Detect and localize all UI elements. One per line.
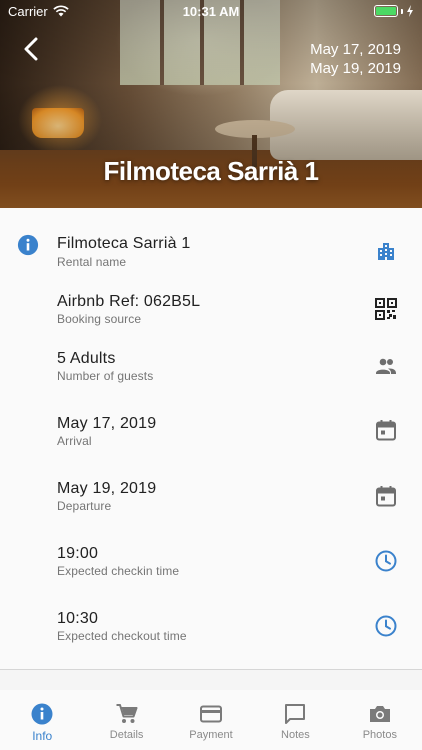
building-icon bbox=[378, 243, 394, 260]
status-bar: Carrier 10:31 AM bbox=[0, 0, 422, 22]
charging-icon bbox=[407, 5, 413, 17]
credit-card-icon bbox=[200, 705, 223, 723]
tab-photos[interactable]: Photos bbox=[338, 690, 422, 750]
detail-value: May 19, 2019 bbox=[57, 480, 157, 497]
chat-bubble-icon bbox=[285, 704, 306, 724]
battery-icon bbox=[374, 5, 414, 17]
back-button[interactable] bbox=[16, 34, 46, 64]
clock: 10:31 AM bbox=[182, 3, 240, 19]
detail-value: 10:30 bbox=[57, 610, 99, 627]
chevron-left-icon bbox=[24, 37, 38, 61]
tab-details[interactable]: Details bbox=[84, 690, 168, 750]
tab-label: Notes bbox=[281, 729, 310, 741]
tab-label: Photos bbox=[362, 729, 397, 741]
detail-label: Expected checkout time bbox=[57, 629, 187, 643]
tab-label: Payment bbox=[189, 729, 233, 741]
detail-label: Expected checkin time bbox=[57, 564, 180, 578]
stay-dates: May 17, 2019 May 19, 2019 bbox=[310, 40, 401, 78]
detail-row-guests: 5 Adults Number of guests bbox=[0, 348, 422, 406]
tab-payment[interactable]: Payment bbox=[169, 690, 253, 750]
detail-value: Filmoteca Sarrià 1 bbox=[57, 235, 191, 252]
bottom-tab-bar: Info Details Payment Notes Photos bbox=[0, 690, 422, 750]
detail-row-rental-name: Filmoteca Sarrià 1 Rental name bbox=[0, 232, 422, 290]
detail-value: May 17, 2019 bbox=[57, 415, 157, 432]
calendar-icon bbox=[376, 420, 396, 441]
rental-title: Filmoteca Sarrià 1 bbox=[103, 156, 320, 186]
date-to: May 19, 2019 bbox=[310, 60, 401, 77]
detail-row-departure: May 19, 2019 Departure bbox=[0, 478, 422, 536]
detail-value: 5 Adults bbox=[57, 350, 116, 367]
cart-icon bbox=[116, 704, 138, 723]
detail-label: Rental name bbox=[57, 255, 127, 269]
detail-label: Departure bbox=[57, 499, 112, 513]
tab-label: Info bbox=[32, 729, 53, 743]
detail-row-checkout-time: 10:30 Expected checkout time bbox=[0, 608, 422, 666]
detail-value: 19:00 bbox=[57, 545, 99, 562]
detail-row-arrival: May 17, 2019 Arrival bbox=[0, 413, 422, 471]
bottom-divider bbox=[0, 669, 422, 670]
calendar-icon bbox=[376, 486, 396, 507]
tab-notes[interactable]: Notes bbox=[253, 690, 337, 750]
tab-info[interactable]: Info bbox=[0, 690, 84, 750]
detail-row-checkin-time: 19:00 Expected checkin time bbox=[0, 543, 422, 601]
people-icon bbox=[376, 358, 396, 374]
detail-label: Arrival bbox=[57, 434, 92, 448]
detail-label: Number of guests bbox=[57, 369, 154, 383]
detail-label: Booking source bbox=[57, 312, 142, 326]
date-from: May 17, 2019 bbox=[310, 41, 401, 58]
clock-icon bbox=[375, 550, 397, 572]
qr-code-icon bbox=[375, 298, 397, 320]
clock-icon bbox=[375, 615, 397, 637]
detail-value: Airbnb Ref: 062B5L bbox=[57, 293, 201, 310]
info-icon bbox=[31, 703, 53, 725]
detail-row-booking-source: Airbnb Ref: 062B5L Booking source bbox=[0, 290, 422, 348]
tab-label: Details bbox=[109, 729, 144, 741]
camera-icon bbox=[369, 706, 390, 722]
